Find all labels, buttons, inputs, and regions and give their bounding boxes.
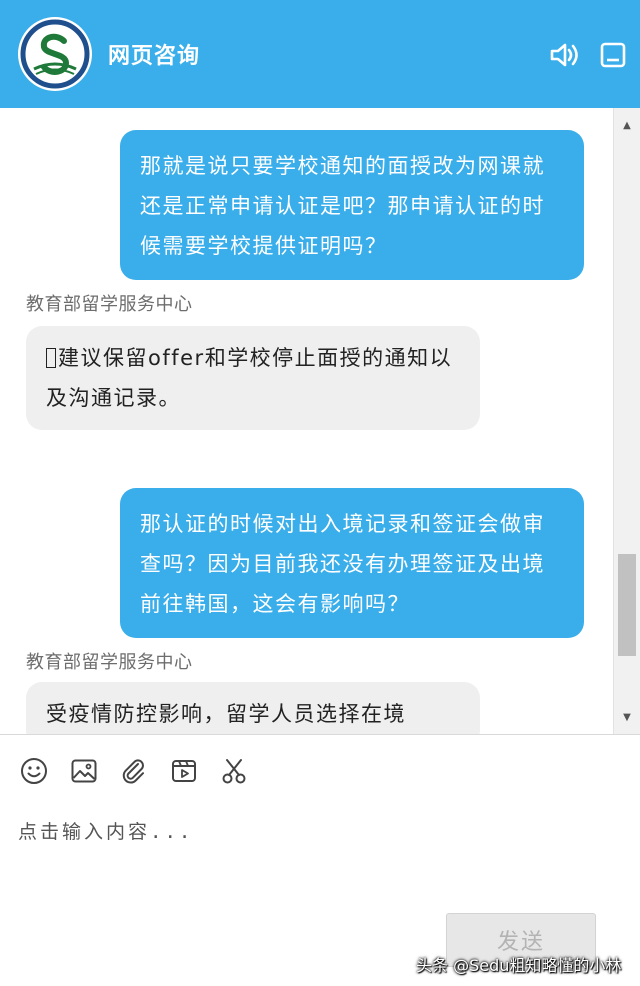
video-icon[interactable] (170, 757, 198, 785)
scroll-up-arrow-icon[interactable]: ▲ (614, 114, 640, 136)
incoming-message-text: 建议保留offer和学校停止面授的通知以及沟通记录。 (46, 346, 453, 410)
outgoing-message: 那就是说只要学校通知的面授改为网课就还是正常申请认证是吧？那申请认证的时候需要学… (120, 130, 584, 280)
message-scrollbar[interactable]: ▲ ▼ (613, 108, 640, 734)
scroll-down-arrow-icon[interactable]: ▼ (614, 706, 640, 728)
sender-name: 教育部留学服务中心 (26, 652, 193, 673)
sender-name: 教育部留学服务中心 (26, 294, 193, 315)
chat-title: 网页咨询 (108, 44, 201, 69)
screenshot-scissors-icon[interactable] (220, 757, 248, 785)
message-list[interactable]: 那就是说只要学校通知的面授改为网课就还是正常申请认证是吧？那申请认证的时候需要学… (0, 108, 640, 734)
chat-header: 网页咨询 (0, 0, 640, 108)
outgoing-message: 那认证的时候对出入境记录和签证会做审查吗？因为目前我还没有办理签证及出境前往韩国… (120, 488, 584, 638)
watermark-text: 头条 @Sedu粗知略懂的小林 (416, 956, 622, 975)
chat-window: 网页咨询 那就是说只要学校通知的面授改为网课就还是正常申请认证是吧？那申请认证的… (0, 0, 640, 986)
incoming-message: 建议保留offer和学校停止面授的通知以及沟通记录。 (26, 326, 480, 430)
speaker-icon[interactable] (548, 38, 582, 72)
minimize-icon[interactable] (596, 38, 630, 72)
organization-logo (18, 17, 92, 91)
composer: 发送 (0, 734, 640, 986)
composer-toolbar (20, 757, 248, 785)
scroll-thumb[interactable] (618, 554, 636, 656)
message-input[interactable] (18, 817, 618, 907)
emoji-icon[interactable] (20, 757, 48, 785)
image-icon[interactable] (70, 757, 98, 785)
incoming-message: 受疫情防控影响，留学人员选择在境 (26, 682, 480, 734)
attachment-icon[interactable] (120, 757, 148, 785)
unknown-glyph-icon (46, 348, 56, 368)
